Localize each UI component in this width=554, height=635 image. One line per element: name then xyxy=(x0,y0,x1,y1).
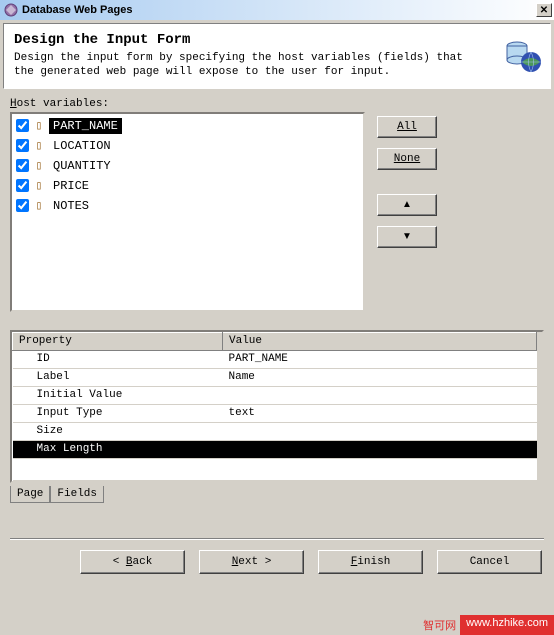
host-variables-label: Host variables: xyxy=(10,98,544,110)
property-name: ID xyxy=(13,350,223,368)
host-variable-checkbox[interactable] xyxy=(16,119,29,132)
host-variable-name[interactable]: QUANTITY xyxy=(49,158,115,174)
property-name: Size xyxy=(13,422,223,440)
property-row[interactable]: Input Typetext xyxy=(13,404,537,422)
property-name: Max Length xyxy=(13,440,223,458)
host-variable-checkbox[interactable] xyxy=(16,159,29,172)
field-icon: ▯ xyxy=(33,159,45,173)
property-value[interactable] xyxy=(223,440,537,458)
next-button[interactable]: Next > xyxy=(199,550,304,574)
host-variable-item[interactable]: ▯ QUANTITY xyxy=(14,156,361,176)
property-row[interactable]: LabelName xyxy=(13,368,537,386)
host-variable-item[interactable]: ▯ LOCATION xyxy=(14,136,361,156)
tab-page[interactable]: Page xyxy=(10,486,50,503)
wizard-header: Design the Input Form Design the input f… xyxy=(3,23,551,89)
field-icon: ▯ xyxy=(33,119,45,133)
watermark-url: www.hzhike.com xyxy=(460,615,554,635)
field-icon: ▯ xyxy=(33,139,45,153)
watermark: 智可网 www.hzhike.com xyxy=(419,615,554,635)
move-up-button[interactable]: ▲ xyxy=(377,194,437,216)
all-button[interactable]: All xyxy=(377,116,437,138)
property-value[interactable] xyxy=(223,386,537,404)
host-variable-item[interactable]: ▯ PRICE xyxy=(14,176,361,196)
tabs-bar: Page Fields xyxy=(10,487,544,504)
property-name: Label xyxy=(13,368,223,386)
property-value[interactable]: Name xyxy=(223,368,537,386)
host-variable-checkbox[interactable] xyxy=(16,179,29,192)
property-name: Input Type xyxy=(13,404,223,422)
host-variable-name[interactable]: NOTES xyxy=(49,198,93,214)
property-row[interactable]: IDPART_NAME xyxy=(13,350,537,368)
property-name: Initial Value xyxy=(13,386,223,404)
watermark-text: 智可网 xyxy=(419,615,460,635)
properties-table[interactable]: Property Value IDPART_NAMELabelNameIniti… xyxy=(12,332,537,481)
property-value[interactable] xyxy=(223,422,537,440)
host-variable-checkbox[interactable] xyxy=(16,139,29,152)
host-variable-item[interactable]: ▯ NOTES xyxy=(14,196,361,216)
property-value[interactable]: PART_NAME xyxy=(223,350,537,368)
move-down-button[interactable]: ▼ xyxy=(377,226,437,248)
property-row[interactable]: Initial Value xyxy=(13,386,537,404)
cancel-button[interactable]: Cancel xyxy=(437,550,542,574)
property-value[interactable]: text xyxy=(223,404,537,422)
property-row[interactable]: Max Length xyxy=(13,440,537,458)
finish-button[interactable]: Finish xyxy=(318,550,423,574)
database-globe-icon xyxy=(502,36,542,79)
wizard-description: Design the input form by specifying the … xyxy=(14,52,540,80)
window-title: Database Web Pages xyxy=(22,4,536,16)
host-variable-name[interactable]: PRICE xyxy=(49,178,93,194)
host-variable-name[interactable]: LOCATION xyxy=(49,138,115,154)
none-button[interactable]: None xyxy=(377,148,437,170)
back-button[interactable]: < Back xyxy=(80,550,185,574)
property-column-header[interactable]: Property xyxy=(13,332,223,350)
property-row[interactable]: Size xyxy=(13,422,537,440)
wizard-title: Design the Input Form xyxy=(14,32,540,48)
wizard-footer: < Back Next > Finish Cancel xyxy=(0,540,554,584)
app-icon xyxy=(4,3,18,17)
host-variable-name[interactable]: PART_NAME xyxy=(49,118,122,134)
field-icon: ▯ xyxy=(33,179,45,193)
value-column-header[interactable]: Value xyxy=(223,332,537,350)
tab-fields[interactable]: Fields xyxy=(50,486,104,503)
properties-table-container: Property Value IDPART_NAMELabelNameIniti… xyxy=(10,330,544,483)
field-icon: ▯ xyxy=(33,199,45,213)
host-variable-checkbox[interactable] xyxy=(16,199,29,212)
close-button[interactable]: ✕ xyxy=(536,3,552,17)
host-variables-list[interactable]: ▯ PART_NAME ▯ LOCATION ▯ QUANTITY ▯ PRICE ▯ NOTES xyxy=(10,112,365,312)
titlebar: Database Web Pages ✕ xyxy=(0,0,554,20)
host-variable-item[interactable]: ▯ PART_NAME xyxy=(14,116,361,136)
